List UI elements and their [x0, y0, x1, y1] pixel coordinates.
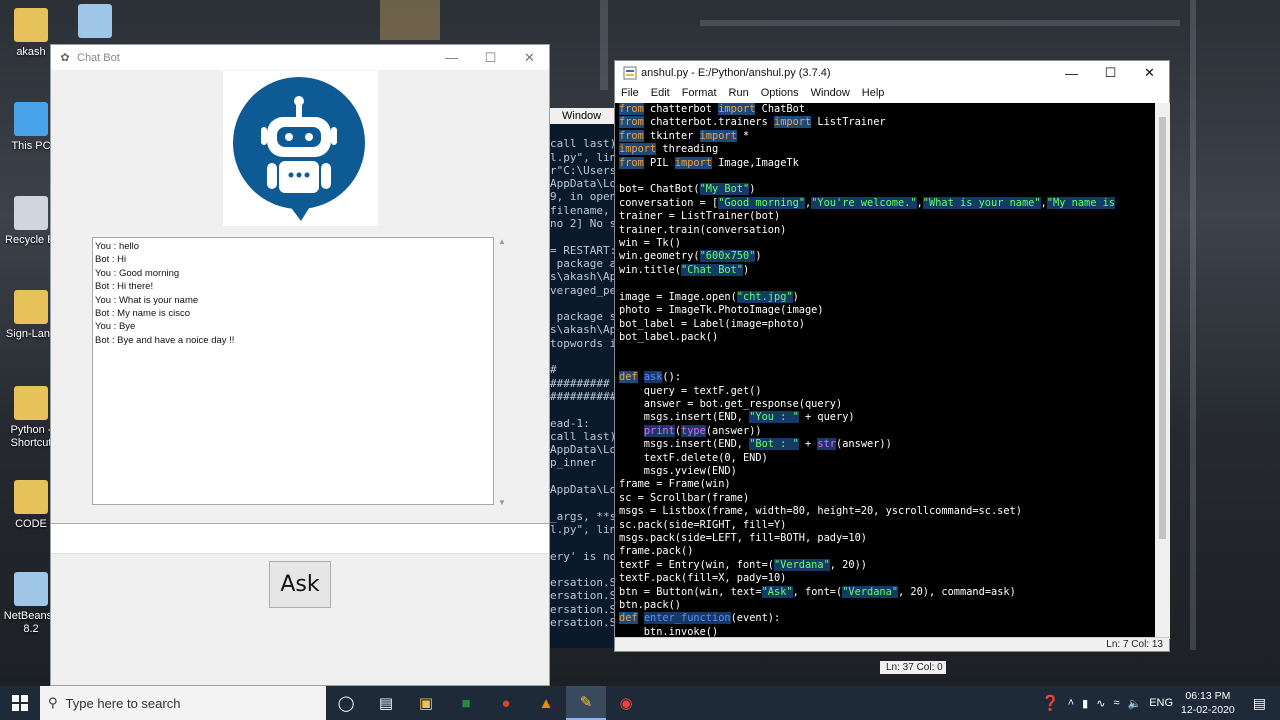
wifi-icon[interactable]: ≈: [1113, 697, 1119, 709]
desktop-icon-label: Python - Shortcut: [10, 424, 52, 449]
vlc-button[interactable]: ▲: [526, 686, 566, 720]
ask-button[interactable]: Ask: [269, 561, 331, 608]
search-icon: ⚲: [48, 695, 58, 710]
python-idle-button[interactable]: ✎: [566, 686, 606, 720]
list-item: Bot : Hi there!: [95, 281, 154, 293]
chrome-icon: ◉: [619, 695, 633, 712]
window-title: Chat Bot: [77, 51, 120, 64]
system-tray: ❓ ˄ ▮ ∿ ≈ 🔈 ENG 06:13 PM 12-02-2020 ▤: [1041, 686, 1280, 720]
robot-icon: [233, 77, 365, 221]
editor-scrollbar[interactable]: [1155, 103, 1170, 639]
menu-file[interactable]: File: [621, 85, 639, 101]
search-placeholder: Type here to search: [65, 695, 181, 711]
clock-time: 06:13 PM: [1185, 690, 1231, 702]
code-editor[interactable]: from chatterbot import ChatBot from chat…: [615, 103, 1155, 639]
shell-status: Ln: 37 Col: 0: [880, 661, 946, 674]
shell-menu: Window: [550, 108, 620, 124]
chatbot-window: ✿ Chat Bot — ☐ ✕ You : hello Bot : Hi Yo…: [50, 44, 550, 686]
tk-feather-icon: ✿: [60, 52, 70, 64]
menu-run[interactable]: Run: [729, 85, 749, 101]
shell-text: call last) l.py", lin r"C:\Users AppData…: [550, 137, 617, 629]
cube-icon: [78, 4, 112, 38]
excel-button[interactable]: ■: [446, 686, 486, 720]
maximize-button[interactable]: ☐: [471, 45, 510, 70]
menu-help[interactable]: Help: [862, 85, 885, 101]
menu-bar: File Edit Format Run Options Window Help: [615, 85, 1169, 101]
title-bar: anshul.py - E:/Python/anshul.py (3.7.4) …: [615, 61, 1169, 85]
messages-listbox[interactable]: You : hello Bot : Hi You : Good morning …: [92, 237, 494, 505]
menu-options[interactable]: Options: [761, 85, 799, 101]
list-item: You : hello: [95, 241, 140, 252]
folder-icon: [14, 290, 48, 324]
start-button[interactable]: [0, 686, 40, 720]
desktop-icon-label: CODE: [15, 518, 47, 530]
desktop-icon-label: This PC: [11, 140, 51, 152]
scroll-down-icon[interactable]: ▼: [494, 498, 510, 507]
task-view-button[interactable]: ▤: [366, 686, 406, 720]
volume-icon[interactable]: 🔈: [1128, 697, 1142, 710]
help-icon[interactable]: ❓: [1041, 694, 1060, 712]
menu-window[interactable]: Window: [811, 85, 850, 101]
desktop-icon-label: akash: [16, 46, 46, 58]
clock-date: 12-02-2020: [1181, 704, 1235, 716]
battery-icon[interactable]: ▮: [1082, 697, 1088, 710]
menu-format[interactable]: Format: [682, 85, 717, 101]
list-item: Bot : Bye and have a noice day !!: [95, 334, 235, 346]
python-idle-icon: ✎: [579, 694, 593, 711]
scroll-up-icon[interactable]: ▲: [494, 237, 510, 246]
windows-logo-icon: [12, 695, 28, 711]
close-button[interactable]: ✕: [1130, 61, 1169, 86]
folder-icon: [14, 386, 48, 420]
list-item: You : Good morning: [95, 267, 180, 279]
circle-icon: ◯: [337, 695, 355, 712]
taskbar: ⚲ Type here to search ◯ ▤ ▣ ■ ● ▲ ✎ ◉ ❓ …: [0, 686, 1280, 720]
clock[interactable]: 06:13 PM 12-02-2020: [1181, 689, 1235, 717]
vlc-cone-icon: ▲: [538, 694, 554, 712]
list-item: Bot : Hi: [95, 254, 127, 266]
folder-icon: ▣: [418, 695, 434, 712]
desktop-icon-netbeans-cube[interactable]: [64, 4, 126, 42]
network-icon[interactable]: ∿: [1096, 697, 1105, 710]
close-button[interactable]: ✕: [510, 45, 549, 70]
powerpoint-button[interactable]: ●: [486, 686, 526, 720]
chevron-up-icon[interactable]: ˄: [1068, 697, 1074, 709]
file-explorer-button[interactable]: ▣: [406, 686, 446, 720]
folder-user-icon: [14, 8, 48, 42]
folder-icon: [14, 480, 48, 514]
chrome-button[interactable]: ◉: [606, 686, 646, 720]
query-entry[interactable]: [51, 523, 549, 554]
list-item: You : Bye: [95, 321, 136, 333]
taskbar-search[interactable]: ⚲ Type here to search: [40, 686, 326, 720]
shell-output: call last) l.py", lin r"C:\Users AppData…: [550, 124, 620, 648]
list-item: Bot : My name is cisco: [95, 308, 191, 320]
notification-icon[interactable]: ▤: [1253, 695, 1266, 712]
python-file-icon: [623, 66, 637, 80]
minimize-button[interactable]: —: [432, 45, 471, 70]
messages-scrollbar[interactable]: ▲ ▼: [494, 237, 510, 507]
minimize-button[interactable]: —: [1052, 61, 1091, 86]
code-text: from chatterbot import ChatBot from chat…: [619, 103, 1115, 638]
menu-window[interactable]: Window: [562, 110, 601, 122]
list-item: You : What is your name: [95, 294, 199, 306]
recycle-bin-icon: [14, 196, 48, 230]
powerpoint-icon: ●: [501, 694, 511, 712]
task-view-icon: ▤: [378, 695, 394, 712]
cube-icon: [14, 572, 48, 606]
excel-icon: ■: [461, 694, 471, 712]
language-indicator[interactable]: ENG: [1149, 697, 1173, 709]
desktop-icon-label: Sign-Lang: [5, 328, 57, 340]
window-title: anshul.py - E:/Python/anshul.py (3.7.4): [641, 67, 831, 79]
editor-status: Ln: 7 Col: 13: [615, 637, 1169, 651]
computer-icon: [14, 102, 48, 136]
title-bar: ✿ Chat Bot — ☐ ✕: [51, 45, 549, 70]
maximize-button[interactable]: ☐: [1091, 61, 1130, 86]
cortana-button[interactable]: ◯: [326, 686, 366, 720]
menu-edit[interactable]: Edit: [651, 85, 670, 101]
idle-editor-window: anshul.py - E:/Python/anshul.py (3.7.4) …: [614, 60, 1170, 652]
bot-image: [223, 71, 378, 226]
scroll-thumb[interactable]: [1159, 117, 1166, 539]
